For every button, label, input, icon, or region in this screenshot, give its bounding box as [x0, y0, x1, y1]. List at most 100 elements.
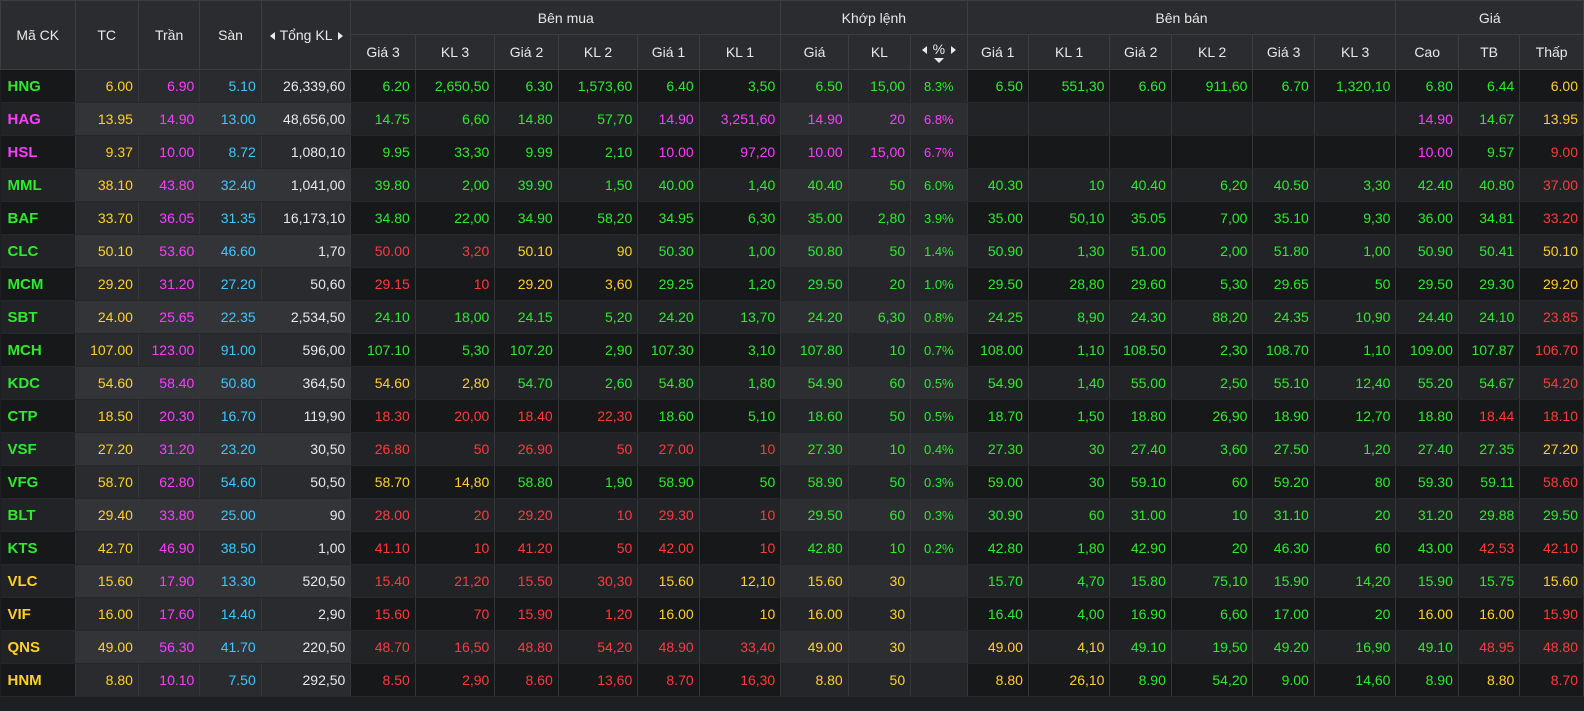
header-sell-price-1[interactable]: Giá 1: [966, 34, 1029, 70]
ceil-price-cell: 58.40: [138, 366, 201, 400]
header-high[interactable]: Cao: [1395, 34, 1459, 70]
symbol-cell[interactable]: QNS: [0, 630, 76, 664]
table-row[interactable]: CTP 18.50 20.30 16.70 119,90 18.30 20,00 18.40 2…: [0, 399, 1584, 433]
table-row[interactable]: VFG 58.70 62.80 54.60 50,50 58.70 14,80 58.80 1,…: [0, 465, 1584, 499]
buy-vol-2-cell: 57,70: [558, 102, 639, 136]
symbol-cell[interactable]: BLT: [0, 498, 76, 532]
symbol-cell[interactable]: MCM: [0, 267, 76, 301]
table-row[interactable]: MCM 29.20 31.20 27.20 50,60 29.15 10 29.20 3,60 2…: [0, 267, 1584, 301]
buy-price-3-cell: 9.95: [350, 135, 416, 169]
symbol-cell[interactable]: SBT: [0, 300, 76, 334]
symbol-cell[interactable]: MCH: [0, 333, 76, 367]
header-price-group: Giá: [1395, 0, 1584, 35]
table-row[interactable]: HSL 9.37 10.00 8.72 1,080,10 9.95 33,30 9.99 2,1…: [0, 135, 1584, 169]
buy-vol-2-cell: 58,20: [558, 201, 639, 235]
header-low[interactable]: Thấp: [1519, 34, 1584, 70]
ref-price-cell: 42.70: [75, 531, 139, 565]
header-sell-vol-1[interactable]: KL 1: [1027, 34, 1111, 70]
match-pct-cell: [910, 663, 968, 697]
ref-price-cell: 27.20: [75, 432, 139, 466]
table-row[interactable]: MCH 107.00 123.00 91.00 596,00 107.10 5,30 107.…: [0, 333, 1584, 367]
sell-vol-2-cell: 2,00: [1171, 234, 1254, 268]
match-price-cell: 10.00: [780, 135, 849, 169]
table-row[interactable]: HAG 13.95 14.90 13.00 48,656,00 14.75 6,60 14.8…: [0, 102, 1584, 136]
buy-vol-1-cell: 6,30: [699, 201, 782, 235]
header-sell-price-3[interactable]: Giá 3: [1252, 34, 1315, 70]
table-row[interactable]: QNS 49.00 56.30 41.70 220,50 48.70 16,50 48.80 5…: [0, 630, 1584, 664]
symbol-cell[interactable]: VSF: [0, 432, 76, 466]
low-price-cell: 29.50: [1519, 498, 1584, 532]
ceil-price-cell: 43.80: [138, 168, 201, 202]
sell-price-2-cell: 49.10: [1109, 630, 1172, 664]
table-row[interactable]: KTS 42.70 46.90 38.50 1,00 41.10 10 41.20 50 42.0…: [0, 531, 1584, 565]
header-match-price[interactable]: Giá: [780, 34, 849, 70]
table-row[interactable]: HNG 6.00 6.90 5.10 26,339,60 6.20 2,650,50 6.30…: [0, 69, 1584, 103]
header-avg[interactable]: TB: [1457, 34, 1521, 70]
header-ceil[interactable]: Trần: [137, 0, 201, 70]
sell-price-3-cell: 51.80: [1252, 234, 1315, 268]
header-sell-vol-2[interactable]: KL 2: [1170, 34, 1254, 70]
table-row[interactable]: BAF 33.70 36.05 31.35 16,173,10 34.80 22,00 34.…: [0, 201, 1584, 235]
table-row[interactable]: VSF 27.20 31.20 23.20 30,50 26.80 50 26.90 50 27.…: [0, 432, 1584, 466]
table-row[interactable]: SBT 24.00 25.65 22.35 2,534,50 24.10 18,00 24.1…: [0, 300, 1584, 334]
caret-left-icon[interactable]: [921, 46, 927, 55]
symbol-cell[interactable]: KDC: [0, 366, 76, 400]
header-total-volume[interactable]: Tổng KL: [260, 0, 352, 70]
table-row[interactable]: VIF 16.00 17.60 14.40 2,90 15.60 70 15.90 1,20 16…: [0, 597, 1584, 631]
symbol-cell[interactable]: HNG: [0, 69, 76, 103]
header-sell-vol-3[interactable]: KL 3: [1313, 34, 1397, 70]
sell-price-2-cell: 35.05: [1109, 201, 1172, 235]
table-row[interactable]: BLT 29.40 33.80 25.00 90 28.00 20 29.20 10 29.30 1…: [0, 498, 1584, 532]
sell-price-2-cell: 27.40: [1109, 432, 1172, 466]
total-volume-cell: 30,50: [261, 432, 352, 466]
header-match-pct[interactable]: %: [910, 34, 968, 70]
match-price-cell: 18.60: [780, 399, 849, 433]
header-buy-vol-3[interactable]: KL 3: [414, 34, 496, 70]
symbol-cell[interactable]: CLC: [0, 234, 76, 268]
symbol-cell[interactable]: VFG: [0, 465, 76, 499]
symbol-cell[interactable]: BAF: [0, 201, 76, 235]
symbol-cell[interactable]: HSL: [0, 135, 76, 169]
total-volume-cell: 16,173,10: [261, 201, 352, 235]
caret-right-icon[interactable]: [337, 32, 343, 41]
header-buy-vol-2[interactable]: KL 2: [557, 34, 639, 70]
high-price-cell: 43.00: [1395, 531, 1459, 565]
header-ref[interactable]: TC: [74, 0, 139, 70]
symbol-cell[interactable]: HNM: [0, 663, 76, 697]
header-floor[interactable]: Sàn: [199, 0, 262, 70]
ceil-price-cell: 123.00: [138, 333, 201, 367]
avg-price-cell: 6.44: [1458, 69, 1521, 103]
table-row[interactable]: VLC 15.60 17.90 13.30 520,50 15.40 21,20 15.50 3…: [0, 564, 1584, 598]
symbol-cell[interactable]: VLC: [0, 564, 76, 598]
sell-price-2-cell: 55.00: [1109, 366, 1172, 400]
symbol-cell[interactable]: KTS: [0, 531, 76, 565]
symbol-cell[interactable]: CTP: [0, 399, 76, 433]
buy-price-1-cell: 50.30: [637, 234, 700, 268]
header-sell-price-2[interactable]: Giá 2: [1109, 34, 1172, 70]
match-pct-cell: 0.4%: [910, 432, 968, 466]
table-row[interactable]: CLC 50.10 53.60 46.60 1,70 50.00 3,20 50.10 90 50…: [0, 234, 1584, 268]
buy-price-1-cell: 48.90: [637, 630, 700, 664]
sell-vol-3-cell: 50: [1314, 267, 1397, 301]
caret-down-icon[interactable]: [933, 58, 944, 63]
match-pct-cell: 0.3%: [910, 465, 968, 499]
total-volume-cell: 50,50: [261, 465, 352, 499]
avg-price-cell: 16.00: [1458, 597, 1521, 631]
header-buy-vol-1[interactable]: KL 1: [698, 34, 782, 70]
match-pct-cell: 6.8%: [910, 102, 968, 136]
header-match-vol[interactable]: KL: [847, 34, 912, 70]
table-row[interactable]: HNM 8.80 10.10 7.50 292,50 8.50 2,90 8.60 13,60 8…: [0, 663, 1584, 697]
caret-right-icon[interactable]: [951, 46, 957, 55]
table-row[interactable]: KDC 54.60 58.40 50.80 364,50 54.60 2,80 54.70 2,…: [0, 366, 1584, 400]
symbol-cell[interactable]: MML: [0, 168, 76, 202]
header-buy-price-3[interactable]: Giá 3: [350, 34, 416, 70]
header-buy-price-2[interactable]: Giá 2: [494, 34, 559, 70]
symbol-cell[interactable]: VIF: [0, 597, 76, 631]
header-symbol[interactable]: Mã CK: [0, 0, 76, 70]
caret-left-icon[interactable]: [269, 32, 275, 41]
header-buy-price-1[interactable]: Giá 1: [637, 34, 700, 70]
match-price-cell: 58.90: [780, 465, 849, 499]
table-row[interactable]: MML 38.10 43.80 32.40 1,041,00 39.80 2,00 39.90…: [0, 168, 1584, 202]
symbol-cell[interactable]: HAG: [0, 102, 76, 136]
sell-vol-2-cell: 60: [1171, 465, 1254, 499]
